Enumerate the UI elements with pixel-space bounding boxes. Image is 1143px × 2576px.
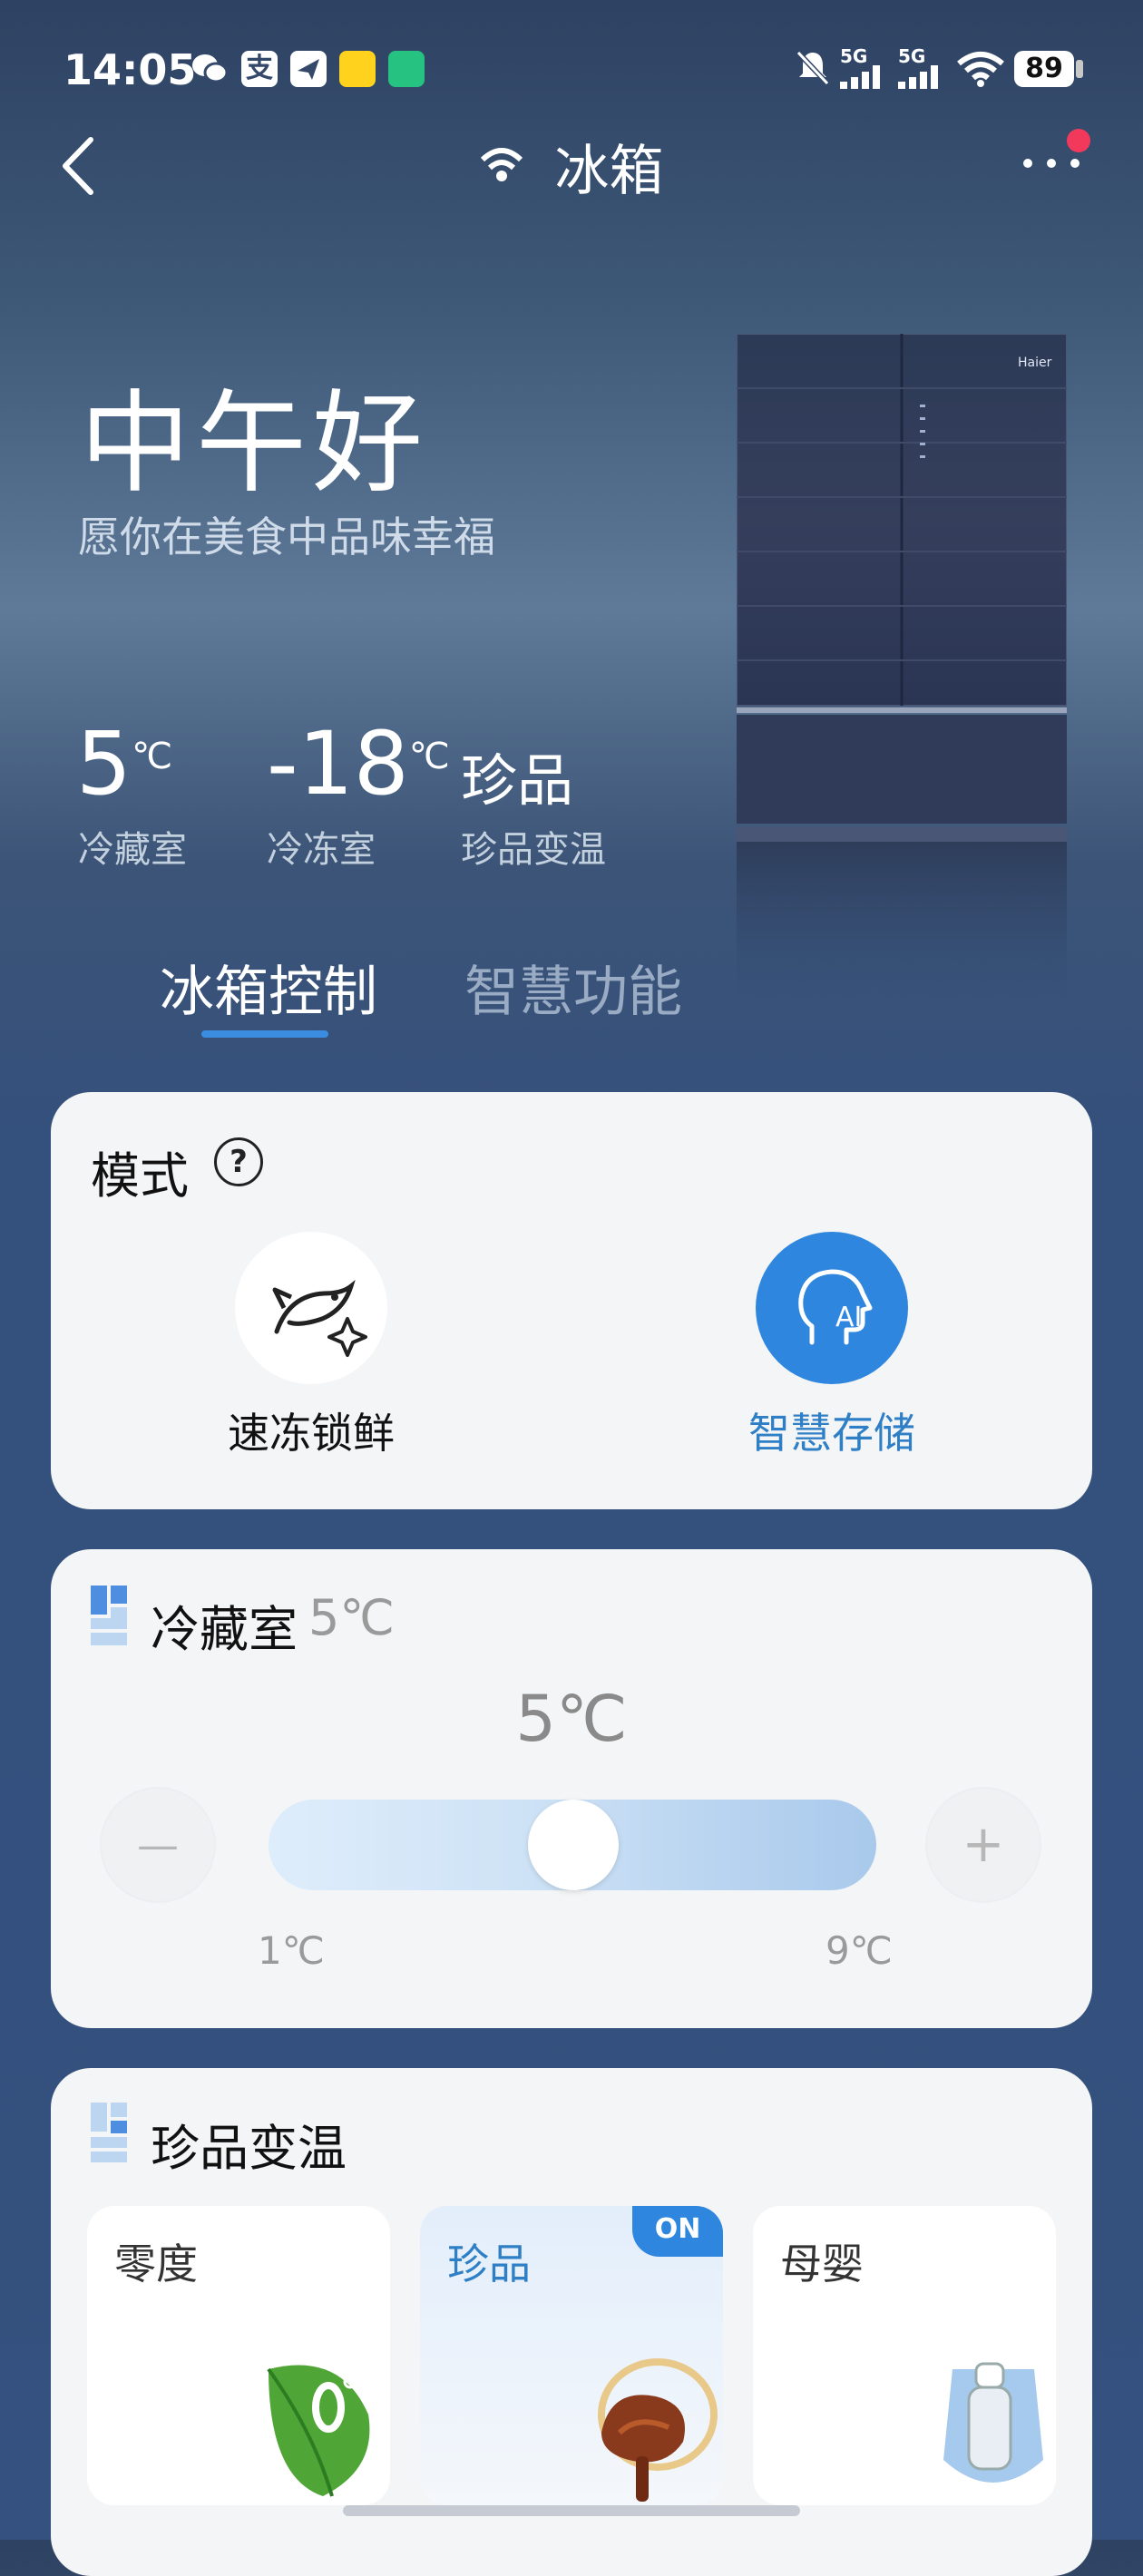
minus-icon: — (137, 1820, 179, 1869)
status-time: 14:05 (64, 45, 197, 94)
fridge-card-title-temp: 5℃ (308, 1589, 396, 1646)
wechat-icon (190, 51, 229, 87)
more-dot (1023, 159, 1032, 168)
slider-min-label: 1℃ (258, 1928, 325, 1973)
temp-unit: ℃ (132, 736, 172, 777)
variable-zone-stat: 珍品 (461, 747, 574, 814)
alipay-icon: 支 (241, 51, 278, 87)
option-maternal-infant[interactable]: 母婴 (753, 2206, 1056, 2505)
tab-smart-functions[interactable]: 智慧功能 (464, 948, 682, 1027)
current-temp-display: 5℃ (515, 1682, 628, 1756)
help-icon[interactable]: ? (214, 1137, 263, 1186)
plus-icon: + (962, 1815, 1005, 1874)
variable-zone-icon (91, 2103, 127, 2162)
send-icon (290, 51, 327, 87)
signal-icon: 5G (898, 47, 949, 93)
mushroom-icon (598, 2358, 718, 2502)
status-bar: 14:05 支 5G 5G 89 (0, 0, 1143, 136)
svg-text:AI: AI (835, 1302, 862, 1333)
network-type-2: 5G (898, 45, 926, 67)
fridge-temp-label: 冷藏室 (78, 829, 187, 871)
smart-storage-button[interactable]: AI (756, 1232, 908, 1384)
quick-freeze-label: 速冻锁鲜 (228, 1409, 395, 1458)
mode-card-title: 模式 (91, 1147, 189, 1205)
app-yellow-icon (339, 51, 376, 87)
fish-sparkle-icon (272, 1279, 367, 1357)
wifi-icon (956, 51, 1005, 91)
signal-icon: 5G (840, 47, 891, 93)
quick-freeze-button[interactable] (235, 1232, 387, 1384)
greeting-subtitle: 愿你在美食中品味幸福 (78, 512, 495, 561)
option-label: 零度 (114, 2239, 198, 2288)
brand-logo: Haier (1018, 356, 1052, 370)
tab-fridge-control[interactable]: 冰箱控制 (160, 948, 377, 1027)
page-title-row: 冰箱 (0, 127, 1143, 206)
freezer-temp-value: -18 (267, 713, 409, 815)
leaf-zero-icon (267, 2365, 370, 2497)
option-zero-degree[interactable]: 零度 (87, 2206, 390, 2505)
freezer-temp-stat: -18℃ (267, 718, 450, 809)
temp-unit: ℃ (408, 736, 450, 777)
option-label: 母婴 (780, 2239, 864, 2288)
variable-card-title: 珍品变温 (151, 2120, 347, 2177)
fridge-card-title: 冷藏室 (151, 1601, 298, 1658)
more-dot (1070, 159, 1080, 168)
network-type-1: 5G (840, 45, 868, 67)
mute-icon (795, 49, 831, 91)
fridge-temp-value: 5 (76, 713, 132, 815)
app-green-icon (388, 51, 425, 87)
home-indicator[interactable] (343, 2505, 800, 2516)
tab-active-indicator (201, 1030, 328, 1038)
wifi-connected-icon (479, 135, 524, 199)
battery-indicator: 89 (1014, 51, 1074, 87)
smart-storage-label: 智慧存储 (748, 1409, 915, 1458)
more-button[interactable] (1023, 154, 1094, 171)
option-treasure[interactable]: 珍品 ON (420, 2206, 723, 2505)
fridge-zone-icon (91, 1586, 127, 1645)
baby-bottle-icon (943, 2362, 1043, 2483)
temp-slider-thumb[interactable] (528, 1800, 619, 1890)
battery-tip (1076, 60, 1083, 78)
increase-temp-button[interactable]: + (927, 1789, 1040, 1901)
notification-badge (1067, 129, 1090, 152)
on-badge: ON (632, 2206, 723, 2257)
fridge-temp-stat: 5℃ (76, 718, 172, 809)
slider-max-label: 9℃ (826, 1928, 893, 1973)
variable-zone-label: 珍品变温 (461, 829, 606, 871)
freezer-temp-label: 冷冻室 (267, 829, 376, 871)
more-dot (1047, 159, 1056, 168)
decrease-temp-button[interactable]: — (102, 1789, 214, 1901)
option-label: 珍品 (447, 2239, 531, 2288)
greeting: 中午好 (80, 379, 428, 508)
page-title: 冰箱 (554, 140, 664, 203)
fridge-image: Haier (736, 333, 1068, 1023)
ai-head-icon: AI (798, 1269, 873, 1345)
